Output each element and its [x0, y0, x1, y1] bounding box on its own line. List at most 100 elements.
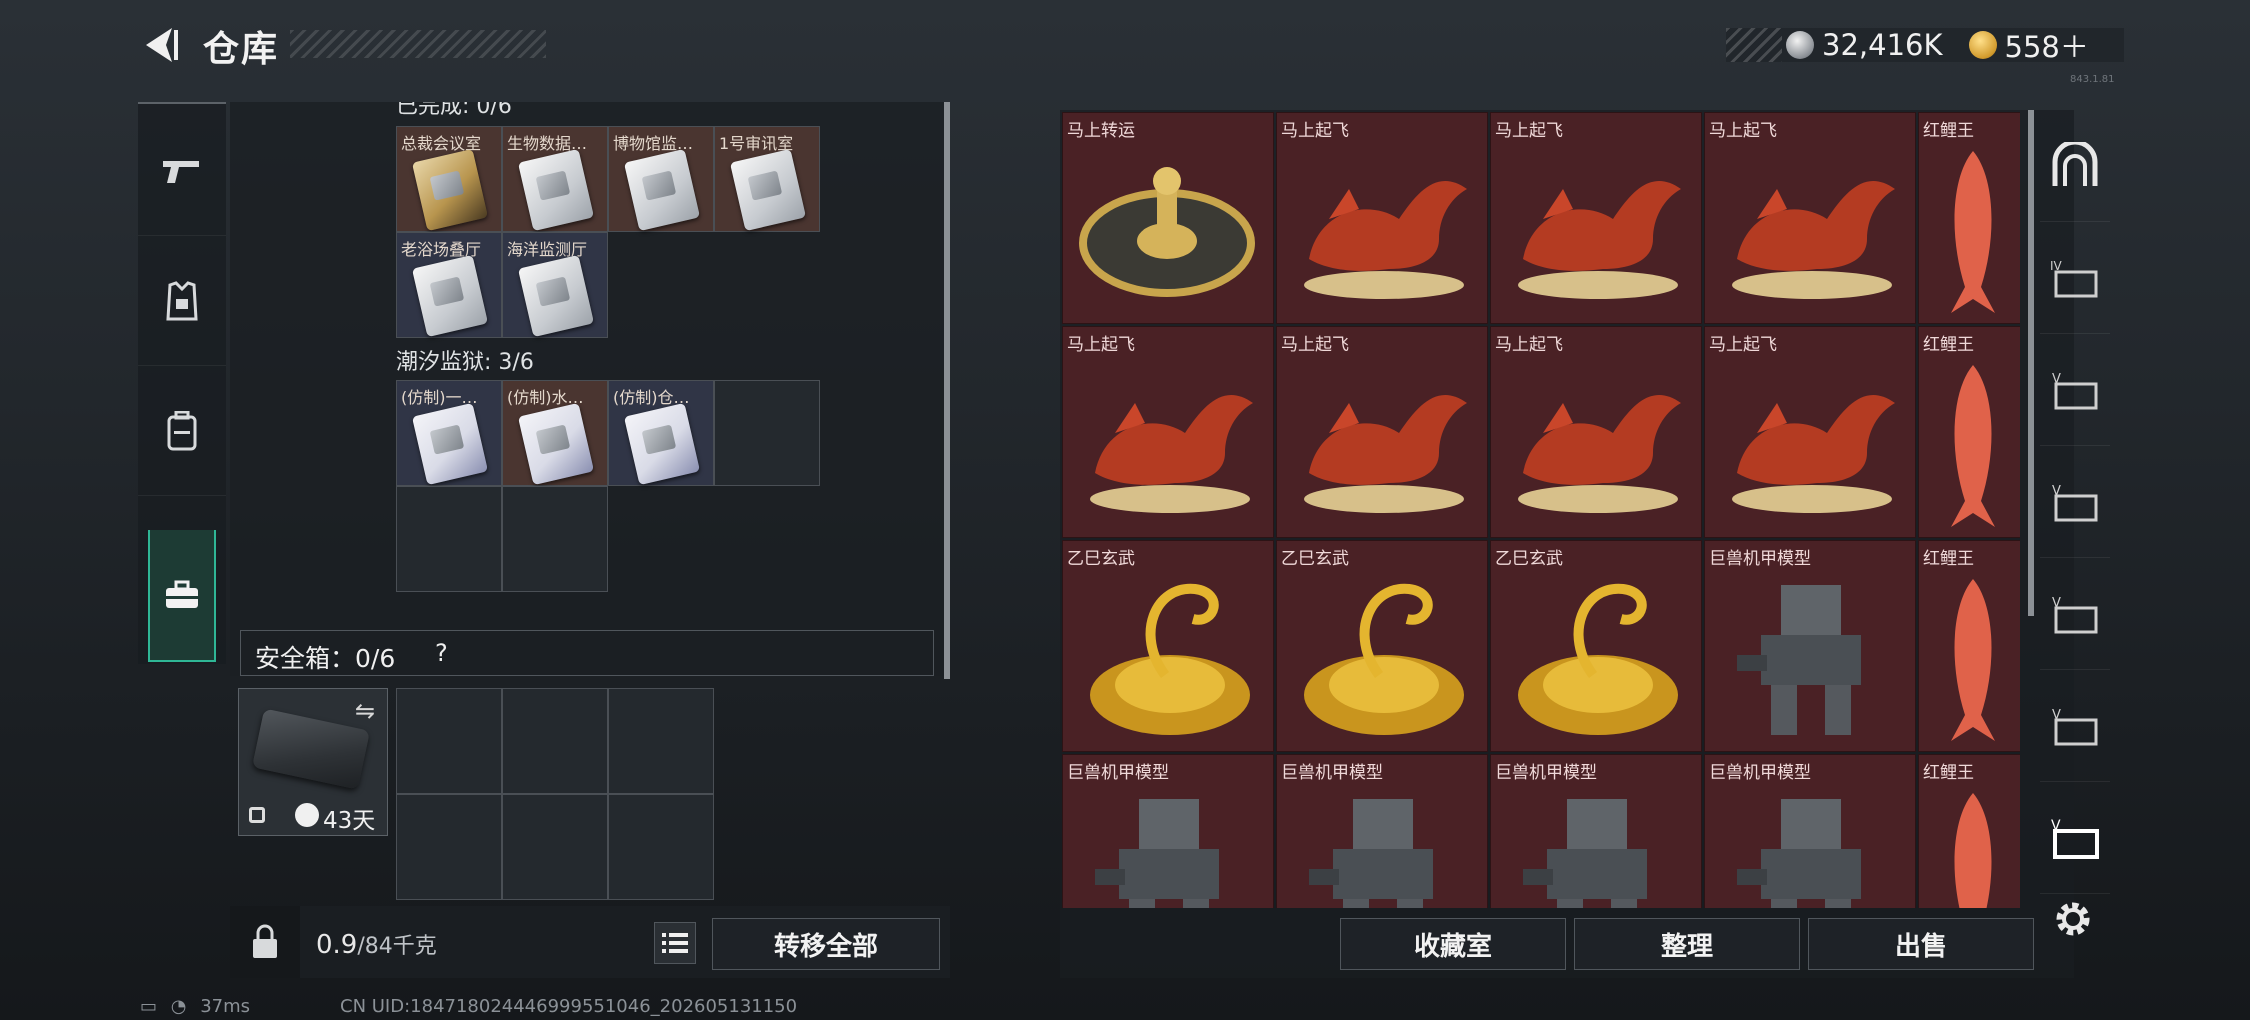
safe-slot[interactable]	[502, 794, 608, 900]
collection-item[interactable]: 马上起飞	[1276, 112, 1488, 324]
weight-readout: 0.9/84千克	[316, 928, 437, 960]
nav-box-v-active[interactable]: V	[2040, 782, 2110, 894]
title-decoration	[290, 30, 546, 58]
item-label: 生物数据…	[507, 134, 588, 153]
collection-item[interactable]: 马上转运	[1062, 112, 1274, 324]
level-v-box-icon: V	[2052, 708, 2098, 745]
item-label: (仿制)仓…	[613, 388, 690, 407]
padlock-icon	[253, 924, 277, 958]
mech-model-icon	[1523, 799, 1647, 908]
settings-gear-icon[interactable]	[2052, 898, 2094, 940]
clock-icon	[295, 803, 319, 827]
nav-box-v-1[interactable]: V	[2040, 334, 2110, 446]
keycard-slot[interactable]: 老浴场叠厅	[396, 232, 502, 338]
nav-backpack[interactable]	[138, 366, 226, 496]
armor-vest-icon	[166, 280, 198, 320]
vault-door-icon	[2052, 141, 2098, 186]
safe-slot[interactable]	[396, 794, 502, 900]
ping-text: 37ms	[200, 996, 251, 1017]
safe-slot[interactable]	[608, 688, 714, 794]
level-v-box-icon: V	[2052, 372, 2098, 409]
keycard-slot[interactable]: (仿制)一…	[396, 380, 502, 486]
collection-item[interactable]: 巨兽机甲模型	[1704, 754, 1916, 908]
red-carp-icon	[1951, 151, 1995, 313]
safe-slot[interactable]	[502, 688, 608, 794]
nav-top-line	[138, 102, 226, 104]
collection-item[interactable]: 马上起飞	[1062, 326, 1274, 538]
keycard-slot[interactable]: (仿制)水…	[502, 380, 608, 486]
collection-item[interactable]: 马上起飞	[1704, 326, 1916, 538]
keycard-icon	[517, 254, 595, 338]
gold-amount[interactable]: 558＋	[2005, 24, 2089, 66]
golden-turtle-snake-icon	[1090, 583, 1250, 735]
nav-safe-box[interactable]	[148, 530, 216, 662]
nav-box-iv[interactable]: IV	[2040, 222, 2110, 334]
transfer-all-button[interactable]: 转移全部	[712, 918, 940, 970]
help-icon[interactable]: ?	[435, 639, 448, 667]
collection-scrollbar[interactable]	[2028, 110, 2034, 616]
list-icon	[662, 933, 688, 953]
level-iv-box-icon: IV	[2050, 259, 2098, 297]
nav-weapons[interactable]	[138, 106, 226, 236]
item-label: 马上起飞	[1709, 335, 1777, 355]
item-label: 红鲤王	[1923, 549, 1974, 569]
collection-item[interactable]: 红鲤王	[1918, 540, 2020, 752]
red-carp-icon	[1951, 579, 1995, 741]
collection-item[interactable]: 乙巳玄武	[1276, 540, 1488, 752]
stash-scroll-thumb[interactable]	[944, 102, 950, 679]
mech-model-icon	[1095, 799, 1219, 908]
nav-box-v-4[interactable]: V	[2040, 670, 2110, 782]
safe-slot[interactable]	[608, 794, 714, 900]
empty-slot[interactable]	[714, 380, 820, 486]
item-label: 海洋监测厅	[507, 240, 588, 259]
section-title-tidal-prison: 潮汐监狱: 3/6	[396, 350, 534, 375]
top-bar: 仓库 32,416K 558＋ 843.1.81	[0, 0, 2250, 100]
mech-model-icon	[1309, 799, 1433, 908]
keycard-slot[interactable]: 1号审讯室	[714, 126, 820, 232]
empty-slot[interactable]	[396, 486, 502, 592]
item-label: 红鲤王	[1923, 763, 1974, 783]
nav-armor[interactable]	[138, 236, 226, 366]
collection-item[interactable]: 巨兽机甲模型	[1062, 754, 1274, 908]
keycard-slot[interactable]: (仿制)仓…	[608, 380, 714, 486]
keycard-slot[interactable]: 生物数据…	[502, 126, 608, 232]
level-v-box-active-icon: V	[2051, 818, 2099, 859]
keycard-slot[interactable]: 总裁会议室	[396, 126, 502, 232]
collection-item[interactable]: 马上起飞	[1276, 326, 1488, 538]
safe-slot[interactable]	[396, 688, 502, 794]
keycard-slot[interactable]: 博物馆监…	[608, 126, 714, 232]
safe-box-label: 安全箱：0/6	[255, 644, 396, 673]
collection-item[interactable]: 马上起飞	[1490, 112, 1702, 324]
keycard-icon	[411, 148, 489, 232]
safe-case-item[interactable]: ⇋ 43天	[238, 688, 388, 836]
collection-item[interactable]: 巨兽机甲模型	[1276, 754, 1488, 908]
sort-button[interactable]: 整理	[1574, 918, 1800, 970]
list-view-button[interactable]	[654, 922, 696, 964]
collection-item[interactable]: 乙巳玄武	[1062, 540, 1274, 752]
collection-item[interactable]: 巨兽机甲模型	[1704, 540, 1916, 752]
collection-item[interactable]: 红鲤王	[1918, 754, 2020, 908]
lock-toggle[interactable]	[230, 906, 300, 978]
keycard-slot[interactable]: 海洋监测厅	[502, 232, 608, 338]
item-label: 巨兽机甲模型	[1709, 549, 1811, 569]
item-label: 红鲤王	[1923, 121, 1974, 141]
swap-icon[interactable]: ⇋	[355, 697, 375, 725]
empty-slot[interactable]	[502, 486, 608, 592]
collection-item[interactable]: 巨兽机甲模型	[1490, 754, 1702, 908]
collection-item[interactable]: 乙巳玄武	[1490, 540, 1702, 752]
collection-item[interactable]: 红鲤王	[1918, 326, 2020, 538]
nav-vault[interactable]	[2040, 110, 2110, 222]
collection-item[interactable]: 马上起飞	[1490, 326, 1702, 538]
stash-scrollbar[interactable]	[944, 102, 950, 679]
lock-icon	[249, 807, 265, 823]
collection-item[interactable]: 红鲤王	[1918, 112, 2020, 324]
back-arrow-icon[interactable]	[138, 24, 180, 66]
sell-button[interactable]: 出售	[1808, 918, 2034, 970]
horse-statue-icon	[1304, 180, 1467, 299]
nav-box-v-2[interactable]: V	[2040, 446, 2110, 558]
vault-button[interactable]: 收藏室	[1340, 918, 1566, 970]
keycard-icon	[411, 254, 489, 338]
backpack-icon	[167, 410, 197, 450]
nav-box-v-3[interactable]: V	[2040, 558, 2110, 670]
collection-item[interactable]: 马上起飞	[1704, 112, 1916, 324]
